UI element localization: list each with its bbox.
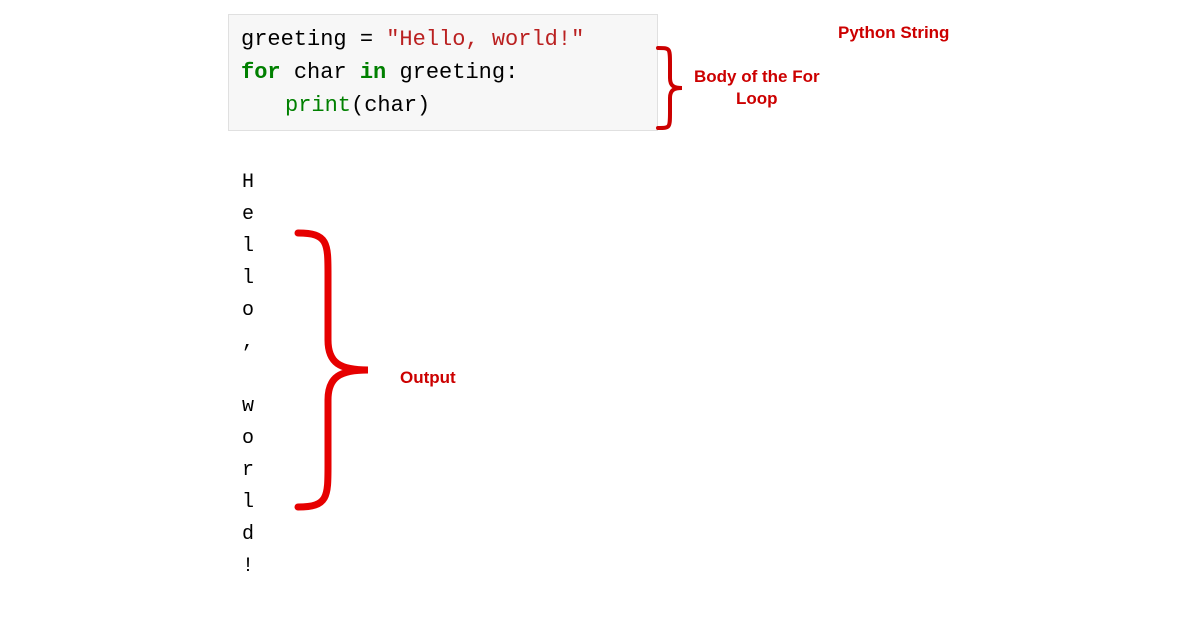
output-char: d — [242, 519, 254, 551]
annotation-body-loop: Body of the For Loop — [694, 66, 820, 110]
iterable-name: greeting — [399, 60, 505, 85]
print-arg: char — [364, 93, 417, 118]
output-char: w — [242, 391, 254, 423]
string-literal: "Hello, world!" — [386, 27, 584, 52]
open-paren: ( — [351, 93, 364, 118]
output-char: l — [242, 487, 254, 519]
close-paren: ) — [417, 93, 430, 118]
equals-operator: = — [347, 27, 387, 52]
output-char: l — [242, 231, 254, 263]
print-function: print — [285, 93, 351, 118]
colon: : — [505, 60, 518, 85]
annotation-output: Output — [400, 368, 456, 388]
code-line-2: for char in greeting: — [241, 56, 645, 89]
code-line-1: greeting = "Hello, world!" — [241, 23, 645, 56]
output-char: l — [242, 263, 254, 295]
output-char: , — [242, 327, 254, 359]
brace-large-icon — [290, 225, 380, 515]
annotation-body-line1: Body of the For — [694, 67, 820, 86]
annotation-body-line2: Loop — [736, 89, 778, 108]
annotation-python-string: Python String — [838, 23, 949, 43]
output-char: o — [242, 295, 254, 327]
output-block: H e l l o , w o r l d ! — [242, 167, 254, 583]
output-char: ! — [242, 551, 254, 583]
output-char: o — [242, 423, 254, 455]
output-char — [242, 359, 254, 391]
output-char: H — [242, 167, 254, 199]
code-line-3: print(char) — [241, 89, 645, 122]
output-char: r — [242, 455, 254, 487]
brace-small-icon — [654, 44, 690, 132]
python-code-block: greeting = "Hello, world!" for char in g… — [228, 14, 658, 131]
for-keyword: for — [241, 60, 281, 85]
variable-greeting: greeting — [241, 27, 347, 52]
output-char: e — [242, 199, 254, 231]
in-keyword: in — [360, 60, 386, 85]
loop-variable: char — [294, 60, 347, 85]
